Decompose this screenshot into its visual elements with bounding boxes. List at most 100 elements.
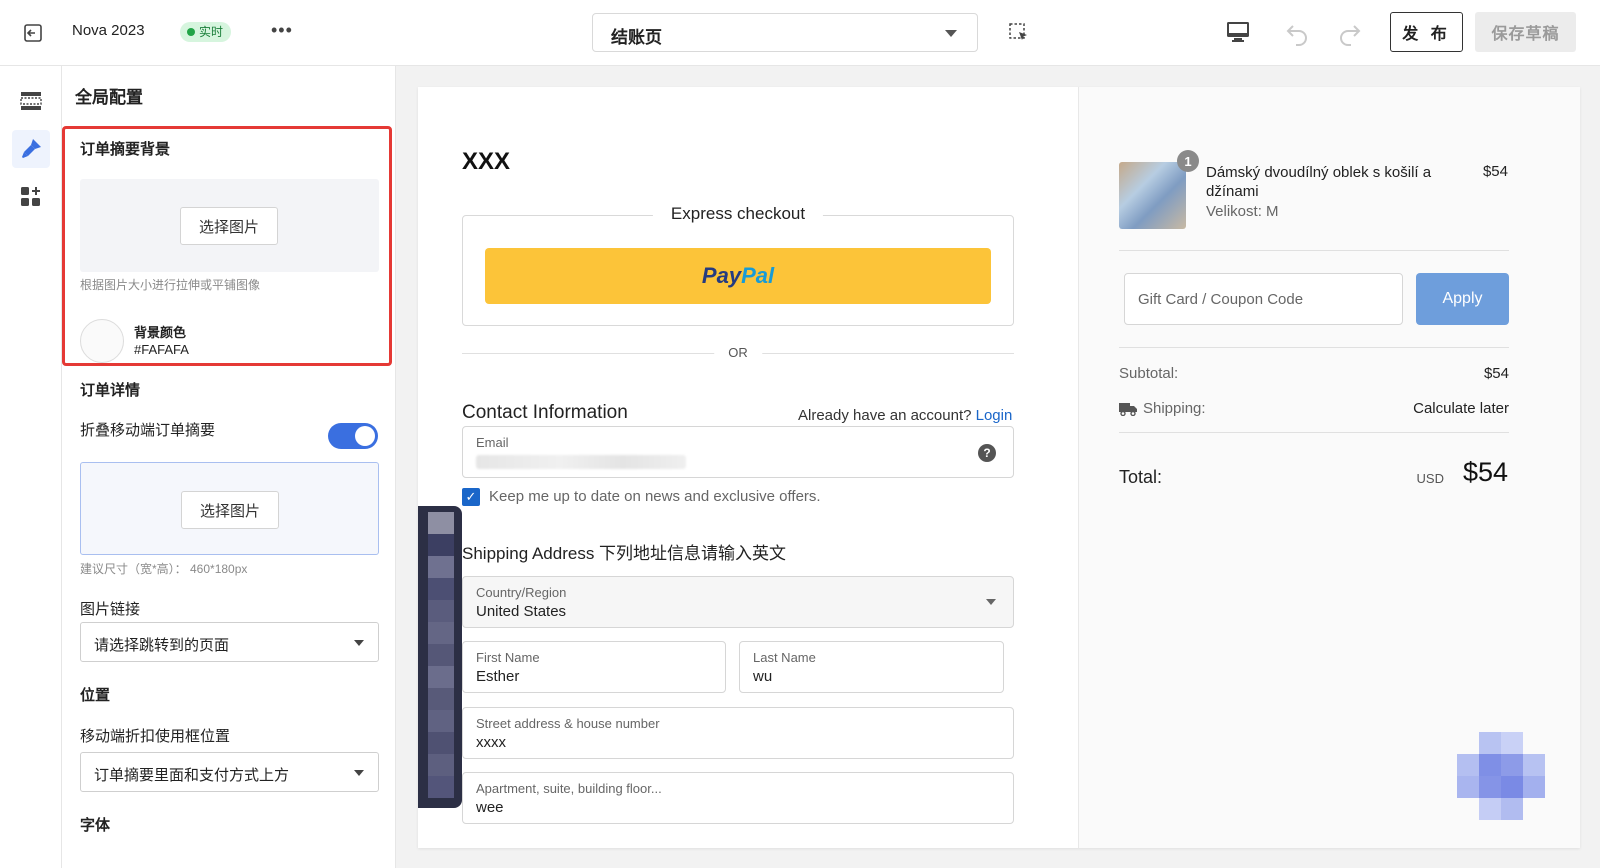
product-thumbnail — [1119, 162, 1186, 229]
newsletter-checkbox[interactable]: ✓ — [462, 488, 480, 506]
settings-panel: 全局配置 订单摘要背景 选择图片 根据图片大小进行拉伸或平铺图像 背景颜色 #F… — [62, 66, 396, 868]
bg-color-label: 背景颜色 — [134, 325, 187, 340]
product-price: $54 — [1482, 163, 1508, 180]
or-text: OR — [714, 345, 762, 360]
paypal-logo-pal: Pal — [741, 263, 775, 288]
divider — [1119, 250, 1509, 251]
shop-name: XXX — [462, 148, 511, 175]
first-name-field[interactable]: First Name Esther — [462, 641, 726, 693]
pixelated-overlay — [418, 506, 462, 808]
pixel-block — [1457, 776, 1479, 798]
truck-icon — [1119, 403, 1137, 416]
undo-icon[interactable] — [1284, 20, 1310, 46]
pixel-block — [1457, 754, 1479, 776]
street-field[interactable]: Street address & house number xxxx — [462, 707, 1014, 759]
layout-icon — [20, 92, 42, 110]
total-label: Total: — [1119, 467, 1163, 487]
divider — [1119, 432, 1509, 433]
pixelated-chat-widget — [1457, 732, 1547, 822]
email-label: Email — [476, 435, 509, 450]
pixel-block — [428, 644, 454, 666]
summary-bg-image-box: 选择图片 — [80, 179, 379, 272]
order-details-choose-image-button[interactable]: 选择图片 — [181, 491, 279, 529]
have-account-label: Already have an account? — [798, 407, 972, 424]
exit-icon[interactable] — [22, 22, 44, 44]
left-icon-rail — [0, 66, 62, 868]
pixel-block — [428, 710, 454, 732]
country-select[interactable]: Country/Region United States — [462, 576, 1014, 628]
coupon-placeholder: Gift Card / Coupon Code — [1138, 291, 1304, 308]
pixel-block — [428, 732, 454, 754]
or-divider: OR — [462, 345, 1014, 360]
express-checkout-title: Express checkout — [652, 204, 824, 224]
order-details-label: 订单详情 — [80, 382, 141, 399]
image-link-select[interactable]: 请选择跳转到的页面 — [80, 622, 379, 662]
contact-title: Contact Information — [462, 402, 628, 423]
product-name: Dámský dvoudílný oblek s košilí a džínam… — [1206, 164, 1432, 200]
order-details-image-box: 选择图片 — [80, 462, 379, 555]
collapse-mobile-toggle[interactable] — [328, 423, 378, 449]
apartment-value: wee — [476, 799, 504, 816]
pixel-block — [428, 512, 454, 534]
pixel-block — [428, 556, 454, 578]
pixel-block — [428, 666, 454, 688]
shipping-title: Shipping Address 下列地址信息请输入英文 — [462, 544, 787, 563]
apartment-field[interactable]: Apartment, suite, building floor... wee — [462, 772, 1014, 824]
mobile-discount-label: 移动端折扣使用框位置 — [80, 728, 231, 745]
redo-icon[interactable] — [1337, 20, 1363, 46]
rail-item-layout[interactable] — [12, 82, 50, 120]
divider — [1119, 347, 1509, 348]
quantity-badge: 1 — [1177, 150, 1199, 172]
page-select[interactable]: 结账页 — [592, 13, 978, 52]
add-widget-icon — [21, 187, 40, 206]
help-icon[interactable]: ? — [978, 444, 996, 462]
mobile-discount-value: 订单摘要里面和支付方式上方 — [94, 767, 290, 784]
rail-item-widgets[interactable] — [12, 178, 50, 216]
size-hint: 建议尺寸（宽*高）： 460*180px — [80, 562, 248, 576]
coupon-input[interactable]: Gift Card / Coupon Code — [1124, 273, 1403, 325]
position-label: 位置 — [80, 687, 111, 704]
pixel-block — [428, 776, 454, 798]
email-redacted-value — [476, 455, 686, 469]
page-select-value: 结账页 — [611, 28, 662, 47]
login-link[interactable]: Login — [976, 407, 1013, 424]
summary-bg-label: 订单摘要背景 — [80, 141, 171, 158]
street-value: xxxx — [476, 734, 506, 751]
newsletter-label: Keep me up to date on news and exclusive… — [489, 488, 821, 505]
pixel-block — [1501, 776, 1523, 798]
selection-tool-icon[interactable] — [1008, 22, 1030, 44]
image-link-label: 图片链接 — [80, 601, 141, 618]
paypal-button[interactable]: Pay Pal — [485, 248, 991, 304]
pixel-block — [1501, 754, 1523, 776]
apply-button[interactable]: Apply — [1416, 273, 1509, 325]
chevron-down-icon — [986, 599, 996, 605]
country-label: Country/Region — [476, 585, 567, 600]
checkout-preview: XXX Express checkout Pay Pal OR Contact I… — [418, 87, 1580, 848]
rail-item-theme[interactable] — [12, 130, 50, 168]
save-draft-button[interactable]: 保存草稿 — [1475, 12, 1576, 52]
email-field[interactable]: Email ? — [462, 426, 1014, 478]
desktop-icon[interactable] — [1226, 21, 1250, 43]
store-name: Nova 2023 — [72, 22, 145, 39]
paypal-logo-pay: Pay — [701, 263, 742, 288]
bg-color-value: #FAFAFA — [134, 342, 189, 357]
summary-bg-choose-image-button[interactable]: 选择图片 — [180, 207, 278, 245]
more-icon[interactable]: ••• — [271, 20, 293, 41]
publish-button[interactable]: 发 布 — [1390, 12, 1463, 52]
chevron-down-icon — [354, 640, 364, 646]
toggle-knob — [355, 426, 375, 446]
pixel-block — [1479, 754, 1501, 776]
total-value: $54 — [1462, 457, 1508, 487]
pixel-block — [428, 578, 454, 600]
shipping-label: Shipping: — [1143, 400, 1206, 417]
bg-color-swatch[interactable] — [80, 319, 124, 363]
last-name-field[interactable]: Last Name wu — [739, 641, 1004, 693]
chevron-down-icon — [354, 770, 364, 776]
express-checkout-box: Express checkout Pay Pal — [462, 204, 1014, 326]
pixel-block — [1479, 798, 1501, 820]
live-badge-label: 实时 — [199, 25, 224, 39]
pixel-block — [428, 688, 454, 710]
mobile-discount-select[interactable]: 订单摘要里面和支付方式上方 — [80, 752, 379, 792]
theme-brush-icon — [22, 139, 41, 158]
country-value: United States — [476, 603, 567, 620]
